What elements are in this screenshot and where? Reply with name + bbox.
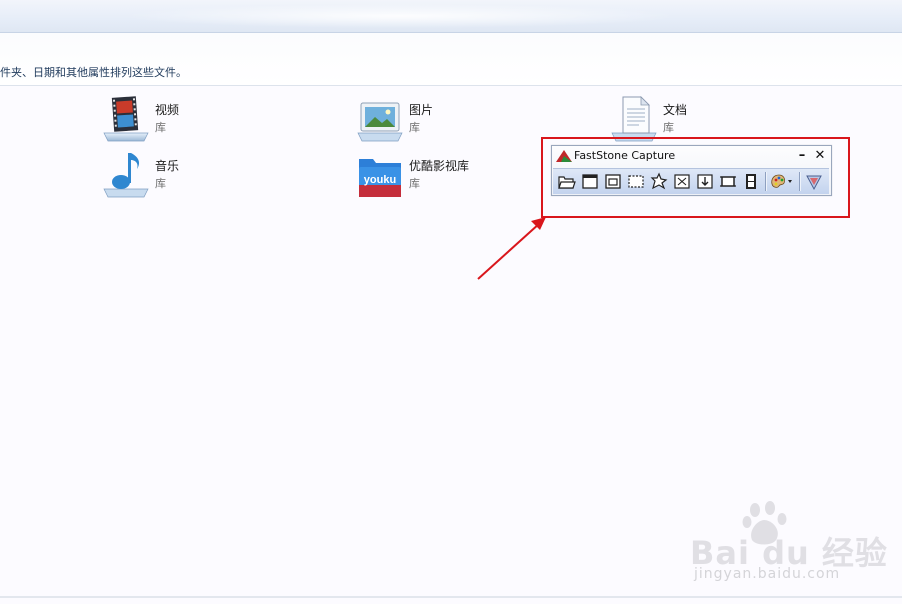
video-library-icon (103, 96, 149, 142)
library-hint-text: 件夹、日期和其他属性排列这些文件。 (0, 66, 187, 79)
settings-icon (806, 175, 822, 191)
capture-active-window-button[interactable] (580, 172, 600, 191)
library-name: 文档 (663, 103, 688, 117)
window-top-bar (0, 0, 902, 33)
minimize-button[interactable]: – (795, 148, 809, 164)
capture-window-object-icon (605, 174, 621, 189)
faststone-toolbar (553, 168, 829, 194)
youku-library-icon: youku (359, 159, 401, 197)
library-type: 库 (155, 177, 166, 190)
faststone-logo-icon (556, 150, 572, 162)
baidu-watermark: Bai du 经验 jingyan.baidu.com (690, 500, 887, 590)
library-name: 视频 (155, 103, 180, 117)
capture-freehand-button[interactable] (649, 172, 669, 191)
baidu-watermark-url: jingyan.baidu.com (694, 566, 841, 582)
capture-window-object-button[interactable] (603, 172, 623, 191)
output-palette-icon (771, 174, 792, 188)
faststone-capture-window[interactable]: FastStone Capture – ✕ (551, 145, 832, 196)
library-name: 图片 (409, 103, 434, 117)
settings-button[interactable] (804, 172, 824, 191)
library-type: 库 (663, 121, 674, 134)
music-library-icon (103, 153, 149, 198)
faststone-title-bar[interactable]: FastStone Capture – ✕ (552, 146, 831, 167)
screen-recorder-button[interactable] (741, 172, 761, 191)
annotation-arrow (477, 217, 546, 280)
screen-recorder-icon (746, 174, 756, 189)
capture-fixed-region-button[interactable] (718, 172, 738, 191)
library-item-youku[interactable]: youku 优酷影视库 库 (355, 151, 545, 201)
picture-library-icon (357, 102, 403, 142)
toolbar-separator (799, 172, 801, 191)
capture-scrolling-window-button[interactable] (695, 172, 715, 191)
faststone-title: FastStone Capture (574, 149, 676, 162)
close-button[interactable]: ✕ (813, 148, 827, 164)
library-type: 库 (409, 177, 420, 190)
capture-fullscreen-button[interactable] (672, 172, 692, 191)
capture-fixed-region-icon (720, 176, 736, 187)
library-type: 库 (155, 121, 166, 134)
bottom-divider (0, 596, 902, 598)
library-name: 音乐 (155, 159, 180, 173)
library-name: 优酷影视库 (409, 159, 470, 173)
open-file-icon (558, 176, 576, 189)
capture-freehand-icon (650, 172, 668, 190)
capture-active-window-icon (582, 174, 598, 189)
capture-rectangle-icon (628, 175, 644, 188)
capture-scrolling-window-icon (697, 174, 713, 189)
library-type: 库 (409, 121, 420, 134)
toolbar-separator (765, 172, 767, 191)
library-item-pictures[interactable]: 图片 库 (355, 95, 545, 145)
title-glare (120, 4, 680, 28)
capture-fullscreen-icon (674, 174, 690, 189)
capture-rectangle-button[interactable] (626, 172, 646, 191)
youku-logo-text: youku (364, 174, 396, 186)
library-item-video[interactable]: 视频 库 (101, 95, 291, 145)
open-file-button[interactable] (557, 172, 577, 191)
output-palette-button[interactable] (769, 172, 795, 191)
library-item-music[interactable]: 音乐 库 (101, 151, 291, 201)
